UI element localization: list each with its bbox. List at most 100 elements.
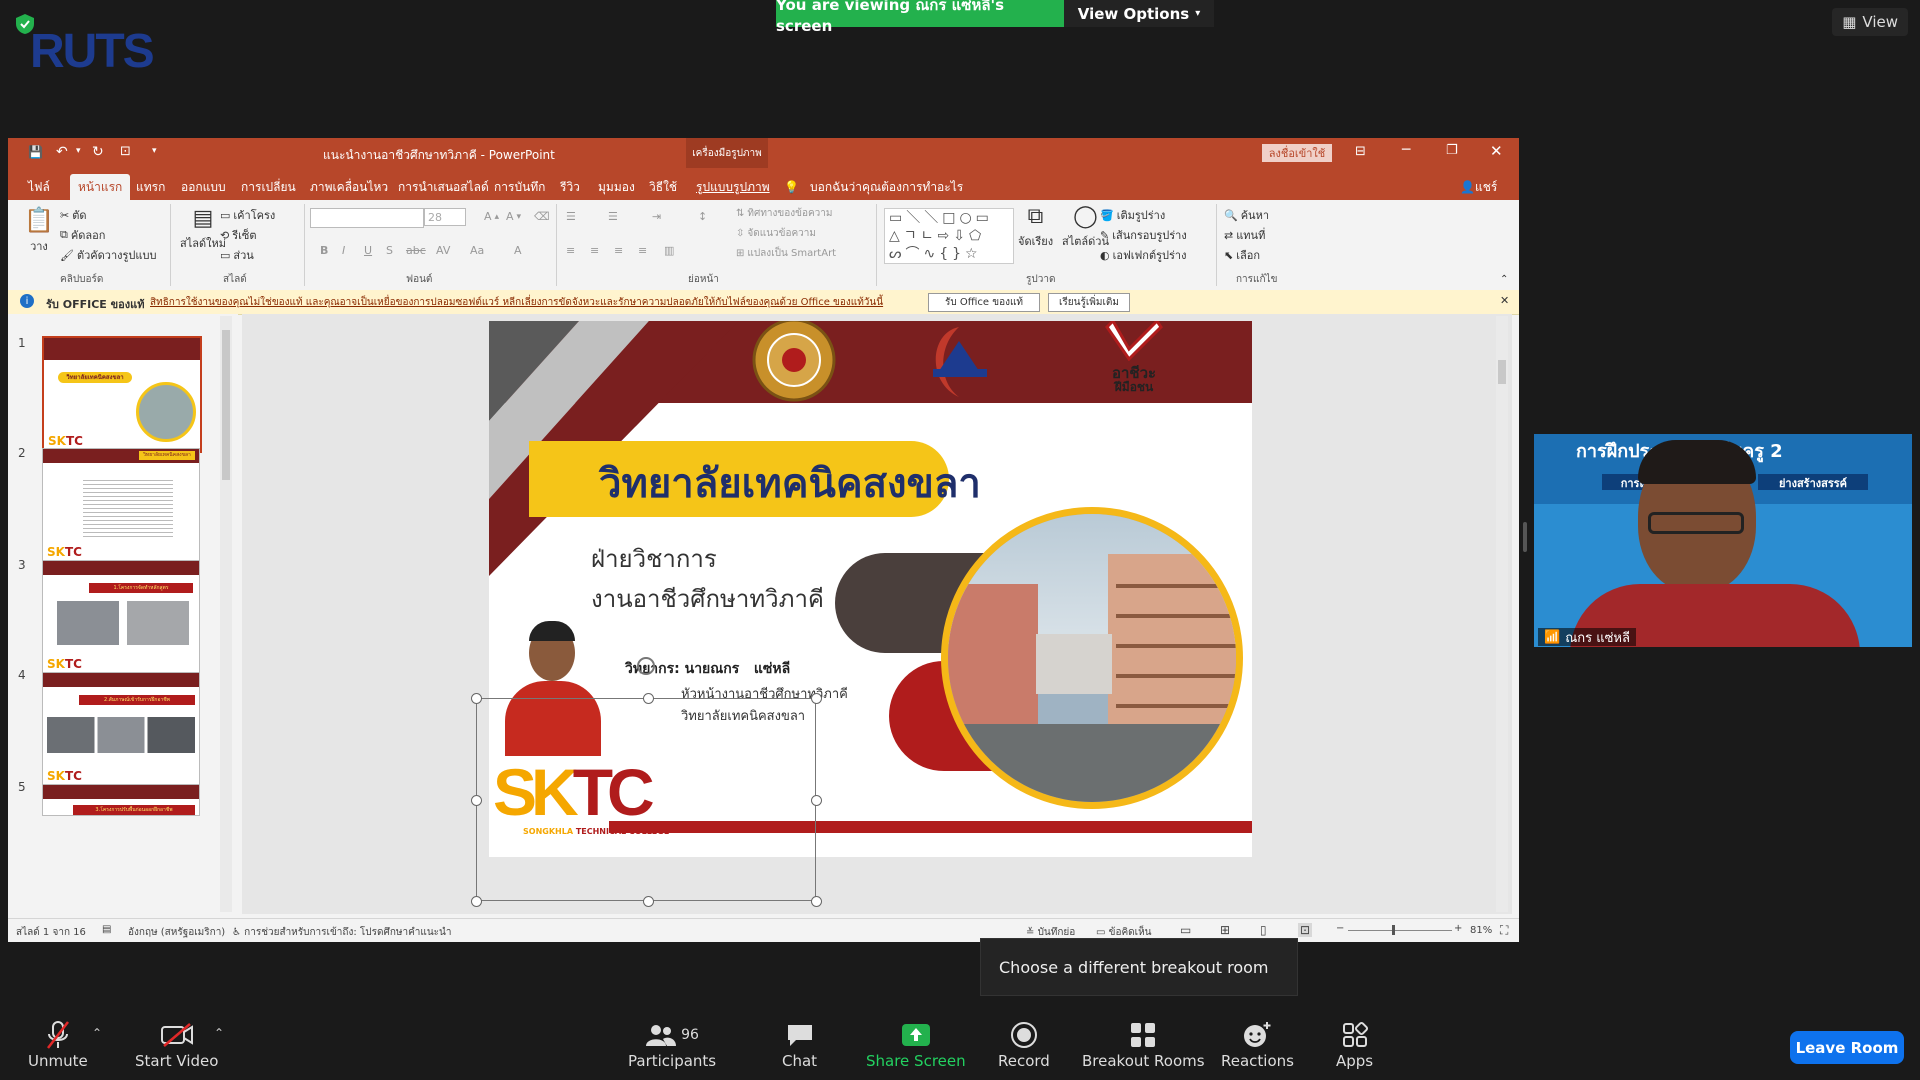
italic-button[interactable]: I [342,244,345,257]
minimize-icon[interactable]: ─ [1402,142,1410,158]
get-genuine-button[interactable]: รับ Office ของแท้ [928,293,1040,312]
copy-button[interactable]: ⧉ คัดลอก [60,226,105,244]
customize-qat-icon[interactable]: ▾ [152,146,157,156]
clear-format-icon[interactable]: ⌫ [534,210,550,223]
message-text[interactable]: สิทธิการใช้งานของคุณไม่ใช่ของแท้ และคุณอ… [150,295,883,310]
tell-me-search[interactable]: บอกฉันว่าคุณต้องการทำอะไร [810,176,963,198]
undo-dropdown-icon[interactable]: ▾ [76,146,81,156]
speaker-position[interactable]: หัวหน้างานอาชีวศึกษาทวิภาคี [681,683,848,704]
shape-outline-button[interactable]: ✎ เส้นกรอบรูปร่าง [1100,226,1187,244]
participants-button[interactable]: 96 Participants [628,1018,716,1070]
tab-record[interactable]: การบันทึก [494,176,545,198]
font-color-button[interactable]: A [514,244,522,257]
resize-handle[interactable] [643,693,654,704]
ribbon-display-icon[interactable]: ⊟ [1355,144,1366,159]
resize-handle[interactable] [643,896,654,907]
layout-button[interactable]: ▭ เค้าโครง [220,206,275,224]
zoom-in-icon[interactable]: + [1454,923,1462,934]
tab-view[interactable]: มุมมอง [598,176,635,198]
resize-handle[interactable] [471,795,482,806]
section-button[interactable]: ▭ ส่วน [220,246,254,264]
fit-to-window-icon[interactable]: ⛶ [1500,923,1508,938]
slide-thumbnail-4[interactable]: 2.สัมภาษณ์เข้ารับการฝึกอาชีพ SKTC [42,672,200,787]
save-icon[interactable]: 💾 [28,145,43,159]
slideshow-view-icon[interactable]: ⊡ [1298,923,1313,937]
share-screen-button[interactable]: Share Screen [866,1018,966,1070]
tab-animations[interactable]: ภาพเคลื่อนไหว [310,176,388,198]
language-status[interactable]: อังกฤษ (สหรัฐอเมริกา) [128,925,225,940]
select-button[interactable]: ⬉ เลือก [1224,246,1260,264]
chat-button[interactable]: Chat [782,1018,817,1070]
reading-view-icon[interactable]: ▯ [1260,923,1267,937]
slide-thumbnail-5[interactable]: 3.โครงการปรับพื้นก่อนออกฝึกอาชีพ [42,784,200,816]
work-unit-text[interactable]: งานอาชีวศึกษาทวิภาคี [591,579,824,618]
resize-handle[interactable] [811,693,822,704]
shape-effects-button[interactable]: ◐ เอฟเฟกต์รูปร่าง [1100,246,1186,264]
record-button[interactable]: Record [998,1018,1050,1070]
slide-1[interactable]: อาชีวะ ฝีมือชน วิทยาลัยเทคนิคสงขลา ฝ่ายว… [489,321,1252,857]
zoom-slider[interactable] [1348,925,1452,935]
slide-thumbnail-2[interactable]: วิทยาลัยเทคนิคสงขลา SKTC [42,448,200,563]
find-button[interactable]: 🔍 ค้นหา [1224,206,1269,224]
underline-button[interactable]: U [364,244,372,257]
participant-video[interactable]: การฝึกประ... วิชาชีพครู 2 การแล ย่างสร้า… [1534,434,1912,647]
justify-icon[interactable]: ≡ [638,244,647,257]
tab-slideshow[interactable]: การนำเสนอสไลด์ [398,176,489,198]
slide-thumbnail-3[interactable]: 1.โครงการจัดทำหลักสูตร SKTC [42,560,200,675]
bullets-icon[interactable]: ☰ [566,210,576,223]
undo-icon[interactable]: ↶ [56,144,68,160]
tab-insert[interactable]: แทรก [136,176,165,198]
strikethrough-button[interactable]: abc [406,244,426,257]
paste-button[interactable]: 📋 วาง [24,206,54,255]
redo-icon[interactable]: ↻ [92,144,104,160]
thumbnail-scrollbar[interactable] [220,316,232,912]
slide-sorter-icon[interactable]: ⊞ [1220,923,1230,937]
tab-design[interactable]: ออกแบบ [181,176,226,198]
change-case-button[interactable]: Aa [470,244,484,257]
font-name-field[interactable] [310,208,424,228]
accessibility-status[interactable]: ♿ การช่วยสำหรับการเข้าถึง: โปรดศึกษาคำแน… [232,925,452,940]
video-options-caret[interactable]: ⌃ [214,1026,224,1040]
font-size-field[interactable]: 28 [424,208,466,226]
indent-icon[interactable]: ⇥ [652,210,661,223]
shape-fill-button[interactable]: 🪣 เติมรูปร่าง [1100,206,1165,224]
reset-button[interactable]: ⟲ รีเซ็ต [220,226,257,244]
restore-icon[interactable]: ❐ [1446,143,1458,158]
sktc-logo[interactable]: SKTC SONGKHLA TECHNICAL COLLEGE [493,757,673,841]
line-spacing-icon[interactable]: ↕ [698,210,707,223]
zoom-level[interactable]: 81% [1470,925,1492,936]
normal-view-icon[interactable]: ▭ [1180,923,1191,937]
text-direction-button[interactable]: ⇅ ทิศทางของข้อความ [736,206,833,221]
resize-handle[interactable] [471,896,482,907]
department-text[interactable]: ฝ่ายวิชาการ [591,539,717,578]
smartart-button[interactable]: ⊞ แปลงเป็น SmartArt [736,246,836,261]
resize-handle[interactable] [811,795,822,806]
breakout-rooms-button[interactable]: Breakout Rooms [1082,1018,1205,1070]
speaker-photo[interactable] [497,621,609,756]
signin-button[interactable]: ลงชื่อเข้าใช้ [1262,144,1332,162]
view-button[interactable]: ▦ View [1832,8,1908,36]
columns-icon[interactable]: ▥ [664,244,674,257]
tab-review[interactable]: รีวิว [560,176,580,198]
resize-handle[interactable] [471,693,482,704]
learn-more-button[interactable]: เรียนรู้เพิ่มเติม [1048,293,1130,312]
college-photo[interactable] [941,507,1243,809]
panel-resize-handle[interactable] [1523,522,1527,552]
audio-options-caret[interactable]: ⌃ [92,1026,102,1040]
char-spacing-button[interactable]: AV [436,244,450,257]
slide-title[interactable]: วิทยาลัยเทคนิคสงขลา [599,451,981,515]
rotate-handle-icon[interactable] [637,657,655,675]
slide-thumbnail-1[interactable]: วิทยาลัยเทคนิคสงขลา SKTC [42,336,202,453]
resize-handle[interactable] [811,896,822,907]
format-painter-button[interactable]: 🖌 ตัวคัดวางรูปแบบ [60,246,156,264]
start-video-button[interactable]: Start Video [135,1018,218,1070]
tab-home[interactable]: หน้าแรก [70,174,131,200]
share-button[interactable]: 👤 แชร์ [1460,176,1497,198]
apps-button[interactable]: Apps [1336,1018,1373,1070]
shapes-gallery[interactable]: ▭＼＼□○▭ △ㄱㄴ⇨⇩⬠ ᔕ⌒∿{}☆ [884,208,1014,264]
tab-file[interactable]: ไฟล์ [28,176,50,198]
start-slideshow-icon[interactable]: ⊡ [120,144,131,159]
close-message-icon[interactable]: ✕ [1500,294,1509,307]
bold-button[interactable]: B [320,244,328,257]
canvas-scrollbar[interactable] [1496,316,1508,912]
